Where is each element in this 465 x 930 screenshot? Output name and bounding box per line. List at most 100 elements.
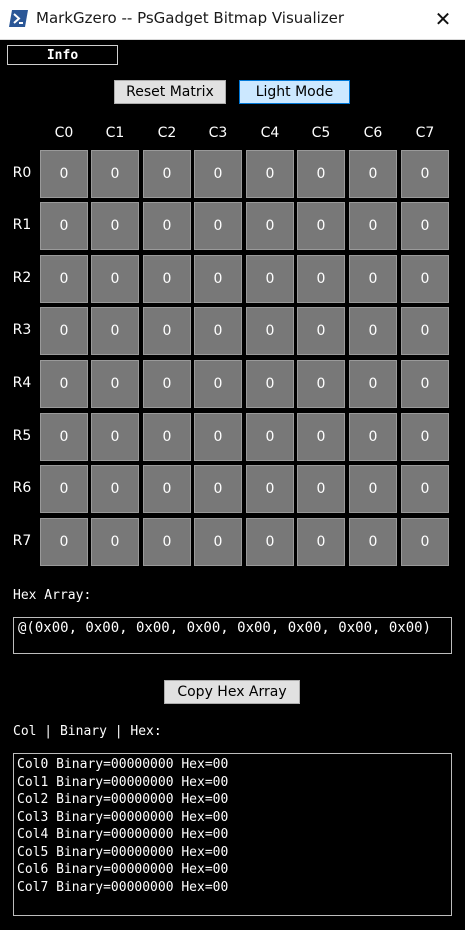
matrix-cell-r4-c6[interactable]: 0 <box>349 360 397 408</box>
matrix-cell-r0-c2[interactable]: 0 <box>143 150 191 198</box>
col-header-0: C0 <box>54 125 74 141</box>
col-header-4: C4 <box>260 125 280 141</box>
matrix-cell-r3-c4[interactable]: 0 <box>246 307 294 355</box>
matrix-cell-r5-c4[interactable]: 0 <box>246 413 294 461</box>
matrix-cell-r7-c6[interactable]: 0 <box>349 518 397 566</box>
matrix-cell-r3-c7[interactable]: 0 <box>401 307 449 355</box>
matrix-cell-r1-c3[interactable]: 0 <box>194 202 242 250</box>
matrix-cell-r3-c6[interactable]: 0 <box>349 307 397 355</box>
col-header-7: C7 <box>415 125 435 141</box>
matrix-cell-r5-c1[interactable]: 0 <box>91 413 139 461</box>
matrix-cell-r1-c6[interactable]: 0 <box>349 202 397 250</box>
binary-line: Col2 Binary=00000000 Hex=00 <box>17 792 229 807</box>
matrix-cell-r1-c0[interactable]: 0 <box>40 202 88 250</box>
matrix-cell-r1-c7[interactable]: 0 <box>401 202 449 250</box>
matrix-cell-r6-c5[interactable]: 0 <box>297 465 345 513</box>
matrix-cell-r3-c0[interactable]: 0 <box>40 307 88 355</box>
matrix-cell-r1-c5[interactable]: 0 <box>297 202 345 250</box>
row-header-5: R5 <box>12 428 32 444</box>
binary-section-label: Col | Binary | Hex: <box>13 724 162 739</box>
reset-matrix-button[interactable]: Reset Matrix <box>114 80 226 104</box>
row-header-6: R6 <box>12 480 32 496</box>
matrix-cell-r4-c7[interactable]: 0 <box>401 360 449 408</box>
matrix-cell-r2-c2[interactable]: 0 <box>143 255 191 303</box>
binary-line: Col6 Binary=00000000 Hex=00 <box>17 862 229 877</box>
matrix-cell-r2-c5[interactable]: 0 <box>297 255 345 303</box>
matrix-cell-r7-c2[interactable]: 0 <box>143 518 191 566</box>
matrix-cell-r3-c1[interactable]: 0 <box>91 307 139 355</box>
matrix-cell-r7-c1[interactable]: 0 <box>91 518 139 566</box>
col-header-6: C6 <box>363 125 383 141</box>
matrix-cell-r6-c7[interactable]: 0 <box>401 465 449 513</box>
matrix-cell-r3-c3[interactable]: 0 <box>194 307 242 355</box>
matrix-cell-r4-c2[interactable]: 0 <box>143 360 191 408</box>
matrix-cell-r5-c5[interactable]: 0 <box>297 413 345 461</box>
matrix-cell-r3-c2[interactable]: 0 <box>143 307 191 355</box>
matrix-cell-r2-c4[interactable]: 0 <box>246 255 294 303</box>
col-header-5: C5 <box>311 125 331 141</box>
matrix-cell-r4-c5[interactable]: 0 <box>297 360 345 408</box>
matrix-cell-r0-c5[interactable]: 0 <box>297 150 345 198</box>
matrix-cell-r7-c7[interactable]: 0 <box>401 518 449 566</box>
row-header-3: R3 <box>12 322 32 338</box>
close-icon[interactable]: ✕ <box>425 4 461 34</box>
col-header-2: C2 <box>157 125 177 141</box>
binary-line: Col4 Binary=00000000 Hex=00 <box>17 827 229 842</box>
matrix-cell-r7-c0[interactable]: 0 <box>40 518 88 566</box>
matrix-cell-r5-c2[interactable]: 0 <box>143 413 191 461</box>
matrix-cell-r2-c3[interactable]: 0 <box>194 255 242 303</box>
matrix-cell-r7-c3[interactable]: 0 <box>194 518 242 566</box>
binary-line: Col3 Binary=00000000 Hex=00 <box>17 809 229 825</box>
matrix-cell-r1-c4[interactable]: 0 <box>246 202 294 250</box>
light-mode-button[interactable]: Light Mode <box>239 80 350 104</box>
tab-info[interactable]: Info <box>7 45 118 65</box>
title-bar: MarkGzero -- PsGadget Bitmap Visualizer … <box>0 0 465 40</box>
matrix-cell-r0-c4[interactable]: 0 <box>246 150 294 198</box>
powershell-icon <box>9 10 28 27</box>
matrix-cell-r0-c0[interactable]: 0 <box>40 150 88 198</box>
matrix-cell-r6-c0[interactable]: 0 <box>40 465 88 513</box>
matrix-cell-r6-c2[interactable]: 0 <box>143 465 191 513</box>
matrix-cell-r5-c3[interactable]: 0 <box>194 413 242 461</box>
matrix-cell-r1-c1[interactable]: 0 <box>91 202 139 250</box>
matrix-cell-r2-c7[interactable]: 0 <box>401 255 449 303</box>
hex-array-field[interactable]: @(0x00, 0x00, 0x00, 0x00, 0x00, 0x00, 0x… <box>13 617 452 654</box>
matrix-cell-r2-c0[interactable]: 0 <box>40 255 88 303</box>
col-header-3: C3 <box>208 125 228 141</box>
matrix-cell-r0-c3[interactable]: 0 <box>194 150 242 198</box>
binary-line: Col7 Binary=00000000 Hex=00 <box>17 879 229 895</box>
matrix-cell-r6-c6[interactable]: 0 <box>349 465 397 513</box>
matrix-cell-r6-c4[interactable]: 0 <box>246 465 294 513</box>
window-title: MarkGzero -- PsGadget Bitmap Visualizer <box>36 9 345 27</box>
copy-hex-array-button[interactable]: Copy Hex Array <box>164 680 300 704</box>
hex-array-label: Hex Array: <box>13 588 92 603</box>
matrix-cell-r3-c5[interactable]: 0 <box>297 307 345 355</box>
binary-output-box[interactable]: Col0 Binary=00000000 Hex=00 Col1 Binary=0… <box>13 753 452 916</box>
matrix-cell-r4-c4[interactable]: 0 <box>246 360 294 408</box>
matrix-cell-r5-c7[interactable]: 0 <box>401 413 449 461</box>
matrix-cell-r4-c3[interactable]: 0 <box>194 360 242 408</box>
matrix-cell-r7-c5[interactable]: 0 <box>297 518 345 566</box>
binary-line: Col0 Binary=00000000 Hex=00 <box>17 757 229 772</box>
matrix-cell-r6-c1[interactable]: 0 <box>91 465 139 513</box>
matrix-cell-r4-c0[interactable]: 0 <box>40 360 88 408</box>
matrix-cell-r1-c2[interactable]: 0 <box>143 202 191 250</box>
col-header-1: C1 <box>105 125 125 141</box>
row-header-1: R1 <box>12 217 32 233</box>
matrix-cell-r0-c6[interactable]: 0 <box>349 150 397 198</box>
binary-line: Col1 Binary=00000000 Hex=00 <box>17 774 229 790</box>
matrix-cell-r2-c1[interactable]: 0 <box>91 255 139 303</box>
row-header-2: R2 <box>12 270 32 286</box>
binary-line: Col5 Binary=00000000 Hex=00 <box>17 844 229 860</box>
matrix-cell-r7-c4[interactable]: 0 <box>246 518 294 566</box>
matrix-cell-r5-c0[interactable]: 0 <box>40 413 88 461</box>
row-header-7: R7 <box>12 533 32 549</box>
matrix-cell-r0-c7[interactable]: 0 <box>401 150 449 198</box>
matrix-cell-r0-c1[interactable]: 0 <box>91 150 139 198</box>
row-header-0: R0 <box>12 165 32 181</box>
matrix-cell-r4-c1[interactable]: 0 <box>91 360 139 408</box>
matrix-cell-r5-c6[interactable]: 0 <box>349 413 397 461</box>
matrix-cell-r2-c6[interactable]: 0 <box>349 255 397 303</box>
row-header-4: R4 <box>12 375 32 391</box>
matrix-cell-r6-c3[interactable]: 0 <box>194 465 242 513</box>
